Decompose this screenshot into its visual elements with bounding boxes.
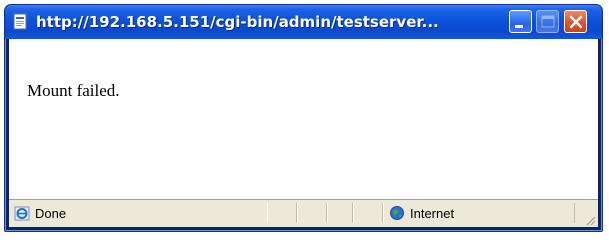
status-bar: Done Internet bbox=[9, 199, 598, 227]
minimize-button[interactable] bbox=[509, 10, 532, 33]
status-pane bbox=[353, 203, 383, 223]
ie-done-icon bbox=[14, 205, 31, 222]
maximize-button[interactable] bbox=[536, 10, 559, 33]
maximize-icon bbox=[541, 15, 555, 28]
page-content: Mount failed. bbox=[9, 39, 598, 199]
status-pane bbox=[297, 203, 327, 223]
minimize-icon bbox=[515, 25, 523, 28]
status-pane bbox=[327, 203, 353, 223]
close-button[interactable] bbox=[564, 10, 587, 33]
zone-text: Internet bbox=[410, 206, 455, 221]
popup-window: http://192.168.5.151/cgi-bin/admin/tests… bbox=[4, 4, 603, 232]
mount-message: Mount failed. bbox=[27, 81, 120, 100]
ie-page-icon bbox=[12, 13, 29, 30]
status-text: Done bbox=[35, 206, 67, 221]
status-pane bbox=[267, 203, 297, 223]
title-bar[interactable]: http://192.168.5.151/cgi-bin/admin/tests… bbox=[5, 5, 602, 39]
resize-grip-icon[interactable] bbox=[584, 213, 596, 226]
window-title: http://192.168.5.151/cgi-bin/admin/tests… bbox=[36, 13, 439, 31]
close-icon bbox=[569, 15, 583, 29]
internet-zone-icon bbox=[389, 205, 405, 221]
